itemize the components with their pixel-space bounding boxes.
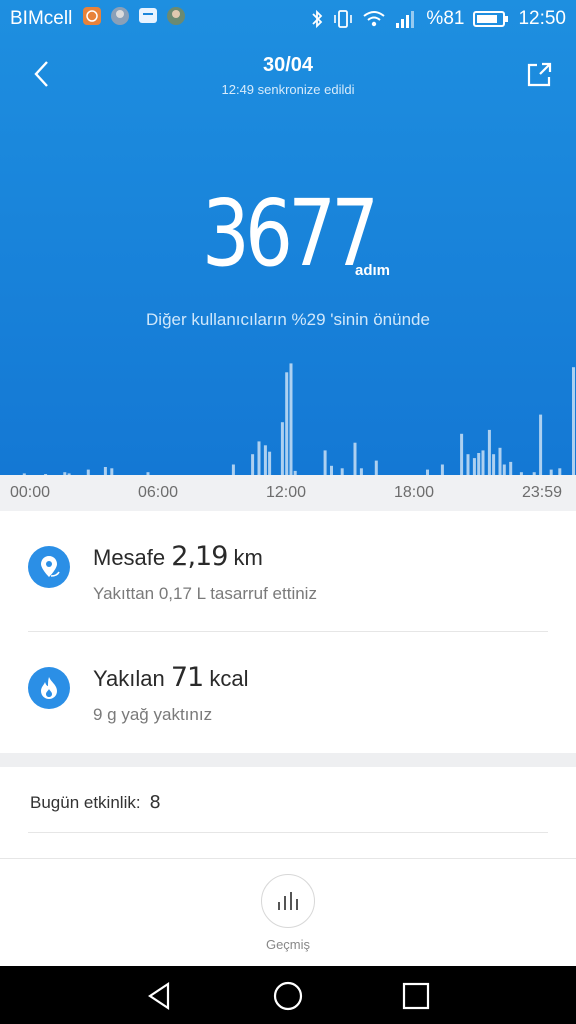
share-button[interactable] [524, 60, 554, 90]
message-icon [138, 6, 158, 32]
history-button[interactable] [261, 874, 315, 928]
distance-title: Mesafe 2,19 km [93, 541, 263, 572]
square-recents-icon [402, 982, 430, 1010]
calories-label: Yakılan [93, 666, 165, 691]
step-bar [539, 414, 543, 476]
step-unit: adım [355, 262, 391, 279]
step-bar [280, 422, 284, 476]
step-bar [374, 460, 378, 476]
calories-unit: kcal [209, 666, 249, 691]
distance-unit: km [233, 545, 263, 570]
system-home-button[interactable] [272, 980, 304, 1012]
activity-row[interactable]: Bugün etkinlik: 8 [30, 792, 161, 813]
battery-percent: %81 [426, 8, 465, 29]
calories-value: 71 [170, 662, 204, 693]
step-bar [268, 451, 272, 476]
step-bar [289, 363, 293, 476]
step-bar [460, 433, 464, 476]
flame-icon [28, 667, 70, 709]
app-notification-icon [82, 6, 102, 32]
divider [28, 832, 548, 833]
nav-bar: 30/04 12:49 senkronize edildi [0, 48, 576, 100]
distance-value: 2,19 [171, 541, 228, 572]
step-chart [22, 363, 575, 476]
status-bar: BIMcell %81 12:50 [0, 0, 576, 38]
tick-label: 00:00 [10, 484, 51, 501]
rank-text: Diğer kullanıcıların %29 'sinin önünde [146, 310, 430, 329]
step-bar [263, 445, 267, 476]
system-recents-button[interactable] [400, 980, 432, 1012]
step-bar [487, 429, 491, 476]
tick-label: 06:00 [138, 484, 179, 501]
date-title: 30/04 [262, 54, 314, 76]
step-bar [353, 442, 357, 476]
step-bar [481, 450, 485, 476]
step-count: 3677 [201, 180, 379, 287]
step-bar [477, 453, 481, 476]
calories-row[interactable]: Yakılan 71 kcal 9 g yağ yaktınız [0, 632, 576, 752]
step-bar [572, 367, 575, 476]
bar-chart-icon [278, 892, 298, 910]
tick-label: 18:00 [394, 484, 435, 501]
battery-icon [473, 9, 509, 29]
section-gap [0, 753, 576, 767]
activity-value: 8 [149, 792, 161, 813]
location-pin-icon [28, 546, 70, 588]
calories-title: Yakılan 71 kcal [93, 662, 248, 693]
step-bar [509, 461, 513, 476]
carrier-name: BIMcell [10, 8, 73, 29]
chart-time-axis: 00:00 06:00 12:00 18:00 23:59 [0, 475, 576, 511]
header-panel: BIMcell %81 12:50 30/04 12:49 senkronize… [0, 0, 576, 476]
step-bar [257, 441, 261, 476]
distance-note: Yakıttan 0,17 L tasarruf ettiniz [93, 584, 317, 603]
distance-label: Mesafe [93, 545, 166, 570]
activity-label: Bugün etkinlik: [30, 793, 141, 812]
bluetooth-icon [310, 9, 324, 29]
tick-label: 12:00 [266, 484, 307, 501]
status-right: %81 12:50 [310, 8, 566, 30]
step-bar [466, 454, 470, 476]
triangle-back-icon [148, 981, 170, 1011]
step-count-block: 3677 adım [0, 188, 576, 298]
signal-icon [395, 9, 417, 29]
distance-row[interactable]: Mesafe 2,19 km Yakıttan 0,17 L tasarruf … [0, 511, 576, 631]
vibrate-icon [333, 9, 353, 29]
tick-label: 23:59 [522, 484, 563, 501]
step-bar [498, 447, 502, 476]
clock: 12:50 [518, 8, 566, 29]
share-icon [527, 62, 552, 87]
step-bar [472, 458, 476, 476]
divider [0, 858, 576, 859]
step-bar [492, 454, 496, 476]
contact-avatar-icon-2 [166, 6, 186, 32]
wifi-icon [362, 9, 386, 29]
contact-avatar-icon [110, 6, 130, 32]
system-nav-bar [0, 966, 576, 1024]
history-label: Geçmiş [265, 937, 311, 952]
system-back-button[interactable] [144, 980, 176, 1012]
step-bar [285, 372, 289, 476]
step-bar [251, 454, 255, 476]
circle-home-icon [273, 981, 303, 1011]
calories-note: 9 g yağ yaktınız [93, 705, 213, 724]
step-bar [323, 450, 327, 476]
sync-status: 12:49 senkronize edildi [221, 82, 355, 97]
